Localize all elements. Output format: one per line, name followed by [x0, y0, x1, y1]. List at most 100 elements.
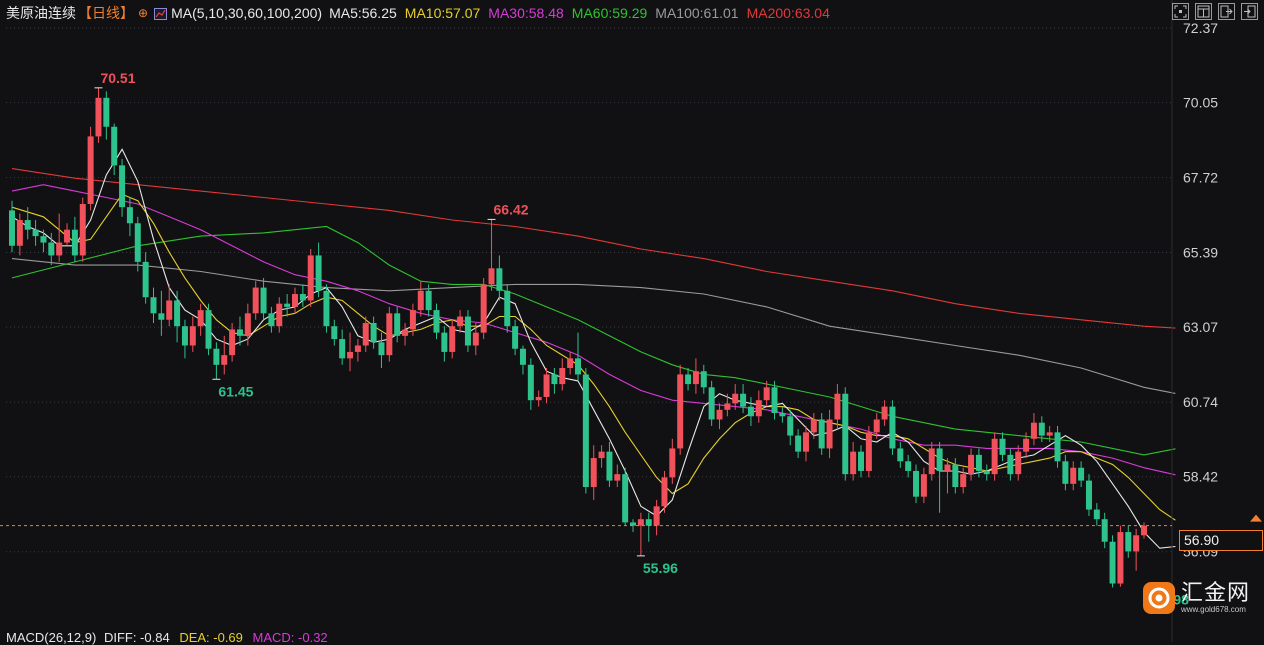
candle	[724, 393, 731, 417]
candle-body	[425, 290, 432, 311]
candle	[582, 368, 589, 494]
candle	[708, 380, 715, 426]
candle	[40, 229, 47, 253]
candle-body	[692, 371, 699, 385]
candle-body	[598, 451, 605, 459]
candle	[181, 319, 188, 359]
candle-body	[378, 342, 385, 356]
candle	[700, 364, 707, 394]
candle	[692, 358, 699, 394]
candle	[472, 322, 479, 356]
candle-body	[889, 406, 896, 449]
candle-body	[1093, 509, 1100, 520]
candle-body	[1062, 461, 1069, 484]
candle	[402, 322, 409, 346]
candle	[944, 458, 951, 494]
candle	[213, 342, 220, 380]
candle-body	[480, 284, 487, 333]
add-indicator-icon[interactable]: ⊕	[138, 6, 148, 20]
candle-body	[928, 448, 935, 475]
candle-body	[244, 313, 251, 336]
candle	[417, 281, 424, 317]
y-tick-label: 63.07	[1183, 319, 1218, 335]
candle-body	[79, 203, 86, 256]
candle	[244, 303, 251, 346]
candle-body	[315, 255, 322, 291]
candle-body	[991, 438, 998, 475]
candle-body	[95, 97, 102, 137]
candle	[24, 207, 31, 240]
candle-body	[64, 229, 71, 243]
candle	[1141, 522, 1147, 539]
candle	[205, 303, 212, 356]
candle-body	[551, 374, 558, 385]
candle-body	[747, 406, 754, 417]
candle	[378, 332, 385, 369]
candle-body	[606, 451, 613, 481]
candle-body	[1133, 535, 1140, 552]
candle	[1078, 461, 1085, 488]
candle-body	[197, 310, 204, 327]
ma-value-0: MA5:56.25	[329, 5, 397, 21]
candle-body	[873, 419, 880, 433]
candle	[669, 438, 676, 484]
candle	[32, 220, 39, 246]
instrument-title[interactable]: 美原油连续	[6, 3, 76, 23]
candle	[284, 294, 291, 317]
candle	[347, 332, 354, 372]
candle	[1117, 525, 1124, 587]
candle-body	[543, 374, 550, 397]
candle-body	[402, 329, 409, 336]
candle	[260, 277, 267, 320]
candle-body	[983, 470, 990, 475]
candle	[9, 200, 15, 253]
macd-diff: DIFF: -0.84	[103, 630, 170, 645]
window-icon[interactable]	[1195, 3, 1212, 20]
candle	[292, 287, 298, 314]
candle	[1054, 425, 1061, 468]
y-tick-label: 58.42	[1183, 469, 1218, 485]
candle-body	[645, 519, 652, 526]
toolbar	[1172, 3, 1258, 20]
candle-body	[150, 297, 157, 314]
candle-body	[1078, 467, 1085, 481]
candle	[559, 358, 566, 391]
candle	[150, 287, 157, 323]
fit-icon[interactable]	[1172, 3, 1189, 20]
arrow-out-icon[interactable]	[1218, 3, 1235, 20]
candle-body	[740, 393, 747, 407]
candle-body	[9, 210, 15, 246]
candle-body	[48, 242, 55, 256]
candle-body	[441, 332, 448, 352]
candle-body	[834, 393, 841, 420]
candle-body	[724, 403, 731, 410]
candle-body	[850, 451, 857, 475]
candle	[842, 387, 849, 481]
candle-body	[370, 322, 377, 343]
candle	[802, 425, 809, 462]
candle	[913, 464, 920, 504]
candle-body	[559, 368, 566, 385]
period-label[interactable]: 【日线】	[78, 3, 134, 23]
candle	[905, 454, 912, 478]
candle-body	[24, 220, 31, 230]
candle-body	[119, 165, 126, 208]
candle-body	[205, 310, 212, 349]
candle-body	[1046, 432, 1053, 436]
extreme-label: 70.51	[100, 70, 135, 86]
candle	[622, 467, 629, 526]
candle-body	[299, 294, 306, 301]
candle-body	[858, 451, 864, 471]
candle	[551, 368, 558, 394]
candle-body	[134, 223, 141, 262]
indicator-chart-icon[interactable]	[154, 7, 168, 20]
candle	[449, 319, 456, 359]
arrow-in-icon[interactable]	[1241, 3, 1258, 20]
ma-value-5: MA200:63.04	[746, 5, 830, 21]
last-price-tag: 56.90	[1179, 530, 1263, 551]
candle	[87, 126, 94, 211]
candlestick-chart: 70.5161.4566.4255.9654.98 72.3770.0567.7…	[0, 0, 1262, 642]
candle-body	[229, 329, 236, 356]
candle	[496, 255, 503, 301]
candle	[268, 306, 275, 333]
